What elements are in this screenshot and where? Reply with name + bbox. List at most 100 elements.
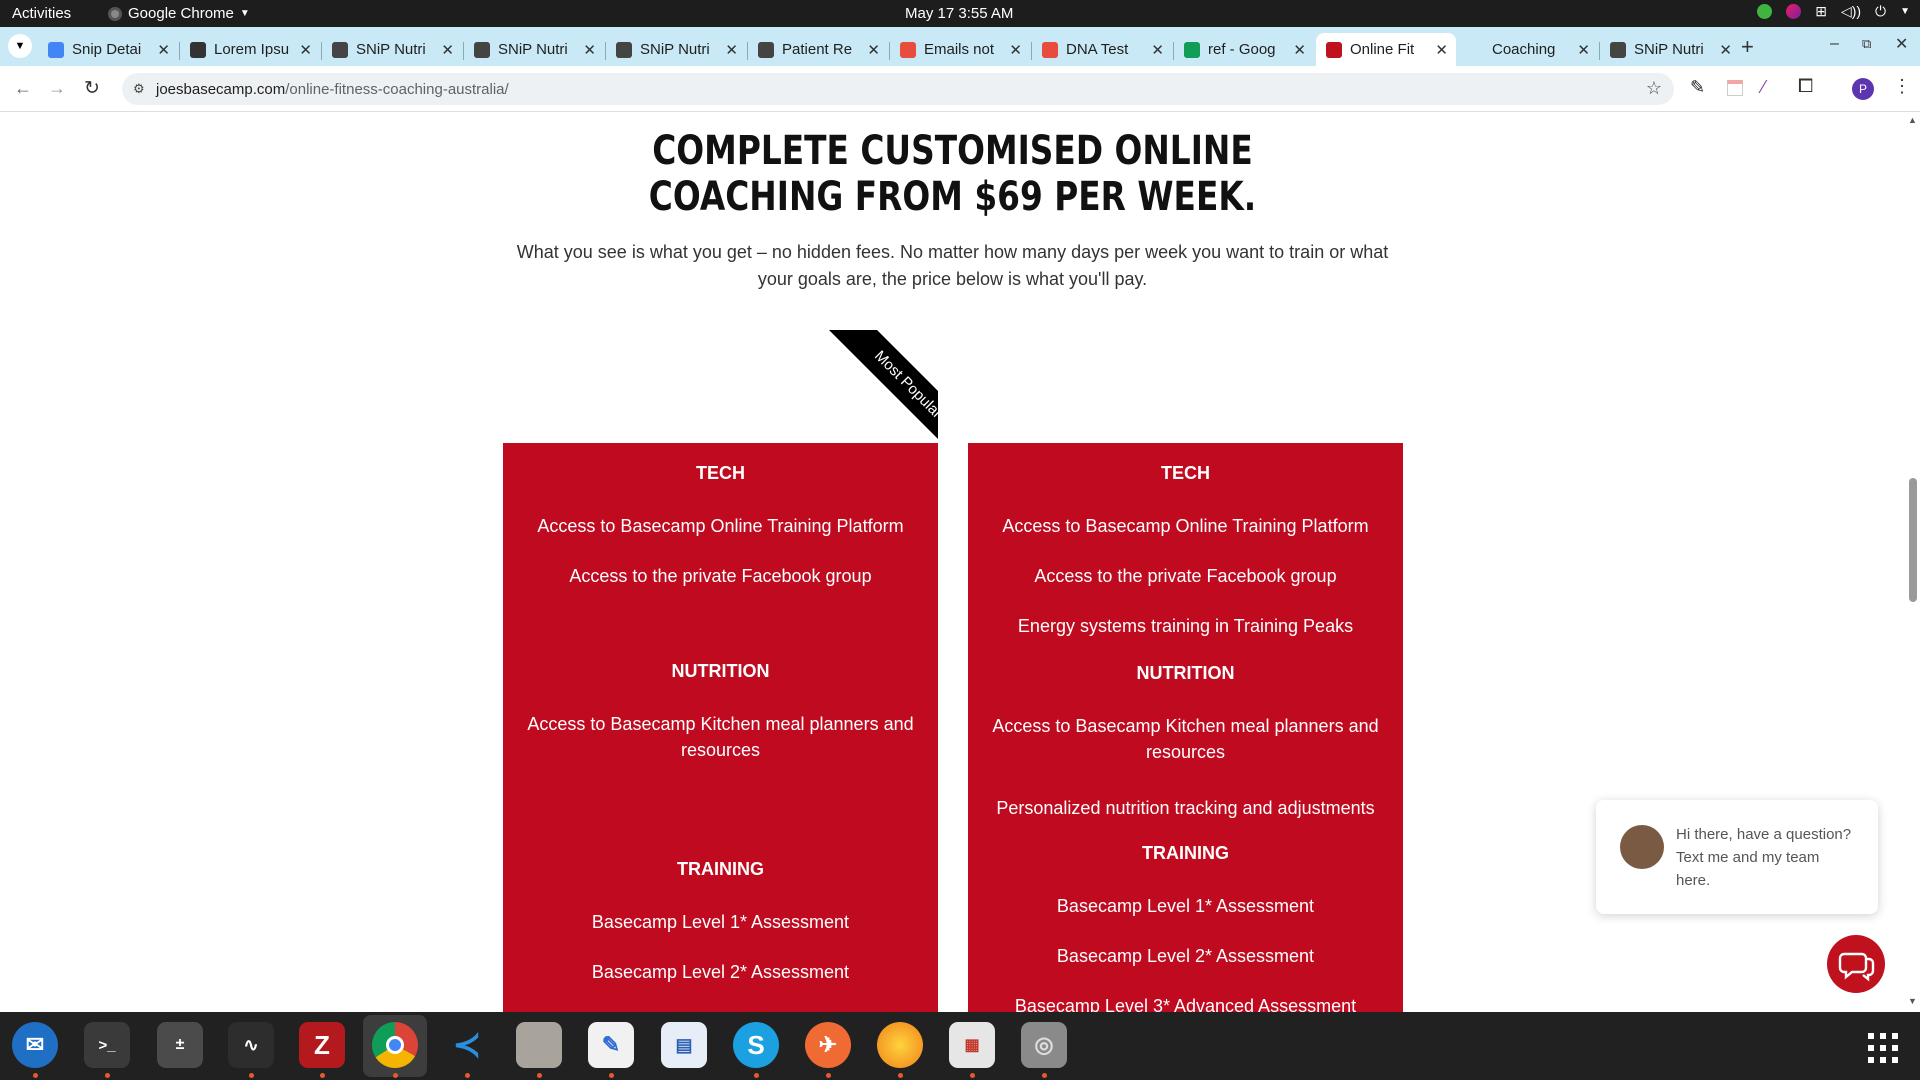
browser-tab[interactable]: SNiP Nutri ✕ [322,33,462,66]
close-tab-icon[interactable]: ✕ [1435,41,1448,59]
running-indicator [609,1073,614,1078]
running-indicator [393,1073,398,1078]
close-tab-icon[interactable]: ✕ [725,41,738,59]
chrome-menu-icon[interactable]: ⋮ [1893,76,1911,97]
disc-icon[interactable]: ◎ [1021,1022,1067,1068]
browser-tab[interactable]: Online Fit ✕ [1316,33,1456,66]
close-tab-icon[interactable]: ✕ [157,41,170,59]
close-tab-icon[interactable]: ✕ [1293,41,1306,59]
browser-tab[interactable]: SNiP Nutri ✕ [606,33,746,66]
running-indicator [320,1073,325,1078]
app-menu[interactable]: Google Chrome ▼ [108,5,250,22]
filezilla-icon[interactable]: Z [299,1022,345,1068]
lorem-icon [190,41,206,58]
firefox-dev-icon[interactable] [877,1022,923,1068]
activities-button[interactable]: Activities [12,5,71,22]
browser-tab[interactable]: SNiP Nutri ✕ [1600,33,1740,66]
close-tab-icon[interactable]: ✕ [441,41,454,59]
terminal-icon[interactable]: >_ [84,1022,130,1068]
system-top-bar: Activities Google Chrome ▼ May 17 3:55 A… [0,0,1920,27]
browser-tab[interactable]: Emails not ✕ [890,33,1030,66]
system-tray[interactable]: ⊞ ◁)) ⏻ ▼ [1757,3,1910,20]
maximize-button[interactable]: ⧉ [1862,36,1871,52]
scroll-up-arrow[interactable]: ▲ [1908,115,1917,125]
close-tab-icon[interactable]: ✕ [1719,41,1732,59]
running-indicator [249,1073,254,1078]
app-grid-icon[interactable] [1868,1033,1898,1063]
document-viewer-icon[interactable]: ▤ [661,1022,707,1068]
tab-title: Online Fit [1350,41,1415,58]
tab-title: DNA Test [1066,41,1129,58]
chrome-icon[interactable] [372,1022,418,1068]
chat-launcher-button[interactable] [1827,935,1885,993]
intro-text: What you see is what you get – no hidden… [516,242,1389,289]
address-bar[interactable]: ⚙ joesbasecamp.com/online-fitness-coachi… [122,73,1674,105]
vscode-icon[interactable]: ≺ [444,1022,490,1068]
bookmark-star-icon[interactable]: ☆ [1646,78,1662,99]
browser-tab[interactable]: Snip Detai ✕ [38,33,178,66]
feature-item: Basecamp Level 1* Assessment [591,912,850,932]
browser-tab[interactable]: Lorem Ipsu ✕ [180,33,320,66]
eyedropper-extension-icon[interactable]: ✎ [1690,77,1705,98]
back-button[interactable]: ← [14,78,32,99]
tab-title: SNiP Nutri [498,41,568,58]
clock[interactable]: May 17 3:55 AM [905,5,1013,22]
close-tab-icon[interactable]: ✕ [1577,41,1590,59]
feature-item: Personalized nutrition tracking and adju… [996,798,1375,818]
files-icon[interactable] [516,1022,562,1068]
browser-tab[interactable]: SNiP Nutri ✕ [464,33,604,66]
system-monitor-icon[interactable]: ∿ [228,1022,274,1068]
url-text: joesbasecamp.com/online-fitness-coaching… [156,81,509,98]
browser-tab[interactable]: DNA Test ✕ [1032,33,1172,66]
section-heading-nutrition: NUTRITION [671,661,770,681]
site-info-icon[interactable]: ⚙ [133,81,145,97]
tab-title: Snip Detai [72,41,142,58]
app-name: Google Chrome [128,5,234,22]
taskbar-dock: ✉ >_ ± ∿ Z ≺ ✎ ▤ S ✈ ▦ ◎ [0,1012,1920,1080]
chat-bubbles-icon [1838,952,1875,982]
running-indicator [970,1073,975,1078]
calendar-extension-icon[interactable] [1727,80,1743,96]
postman-icon[interactable]: ✈ [805,1022,851,1068]
chevron-down-icon: ▼ [1900,6,1910,17]
shield-check-icon [1757,4,1773,19]
chat-popup[interactable]: Hi there, have a question? Text me and m… [1596,800,1878,914]
close-window-button[interactable]: ✕ [1895,34,1908,54]
new-tab-button[interactable]: + [1741,34,1754,60]
web-page: COMPLETE CUSTOMISED ONLINE COACHING FROM… [0,112,1920,1012]
chrome-center-icon [386,1036,404,1054]
thunderbird-icon[interactable]: ✉ [12,1022,58,1068]
browser-tab[interactable]: Coaching ✕ [1458,33,1598,66]
page-scrollbar[interactable]: ▲ ▼ [1905,112,1920,1012]
snip-icon [474,41,490,58]
running-indicator [754,1073,759,1078]
close-tab-icon[interactable]: ✕ [1009,41,1022,59]
close-tab-icon[interactable]: ✕ [1151,41,1164,59]
basecamp-icon [1326,41,1342,58]
feature-item: Basecamp Level 2* Assessment [1056,946,1315,966]
close-tab-icon[interactable]: ✕ [867,41,880,59]
minimize-button[interactable]: – [1830,35,1839,53]
close-tab-icon[interactable]: ✕ [583,41,596,59]
pen-extension-icon[interactable]: ⁄ [1762,77,1765,98]
profile-avatar[interactable]: P [1852,78,1874,100]
url-domain: joesbasecamp.com [156,81,286,98]
tab-title: Coaching [1492,41,1556,58]
document-scanner-icon[interactable]: ▦ [949,1022,995,1068]
skype-icon[interactable]: S [733,1022,779,1068]
snip-icon [1610,41,1626,58]
section-heading-nutrition: NUTRITION [1136,663,1235,683]
calculator-icon[interactable]: ± [157,1022,203,1068]
browser-tab[interactable]: ref - Goog ✕ [1174,33,1314,66]
tab-title: Emails not [924,41,995,58]
tab-search-button[interactable]: ▼ [8,34,32,58]
scroll-down-arrow[interactable]: ▼ [1908,996,1917,1006]
browser-tab[interactable]: Patient Re ✕ [748,33,888,66]
reload-button[interactable]: ↻ [84,77,100,100]
extensions-puzzle-icon[interactable]: ⧠ [1798,76,1813,98]
text-editor-icon[interactable]: ✎ [588,1022,634,1068]
scrollbar-thumb[interactable] [1909,478,1917,602]
tab-title: ref - Goog [1208,41,1276,58]
forward-button[interactable]: → [48,78,66,99]
close-tab-icon[interactable]: ✕ [299,41,312,59]
